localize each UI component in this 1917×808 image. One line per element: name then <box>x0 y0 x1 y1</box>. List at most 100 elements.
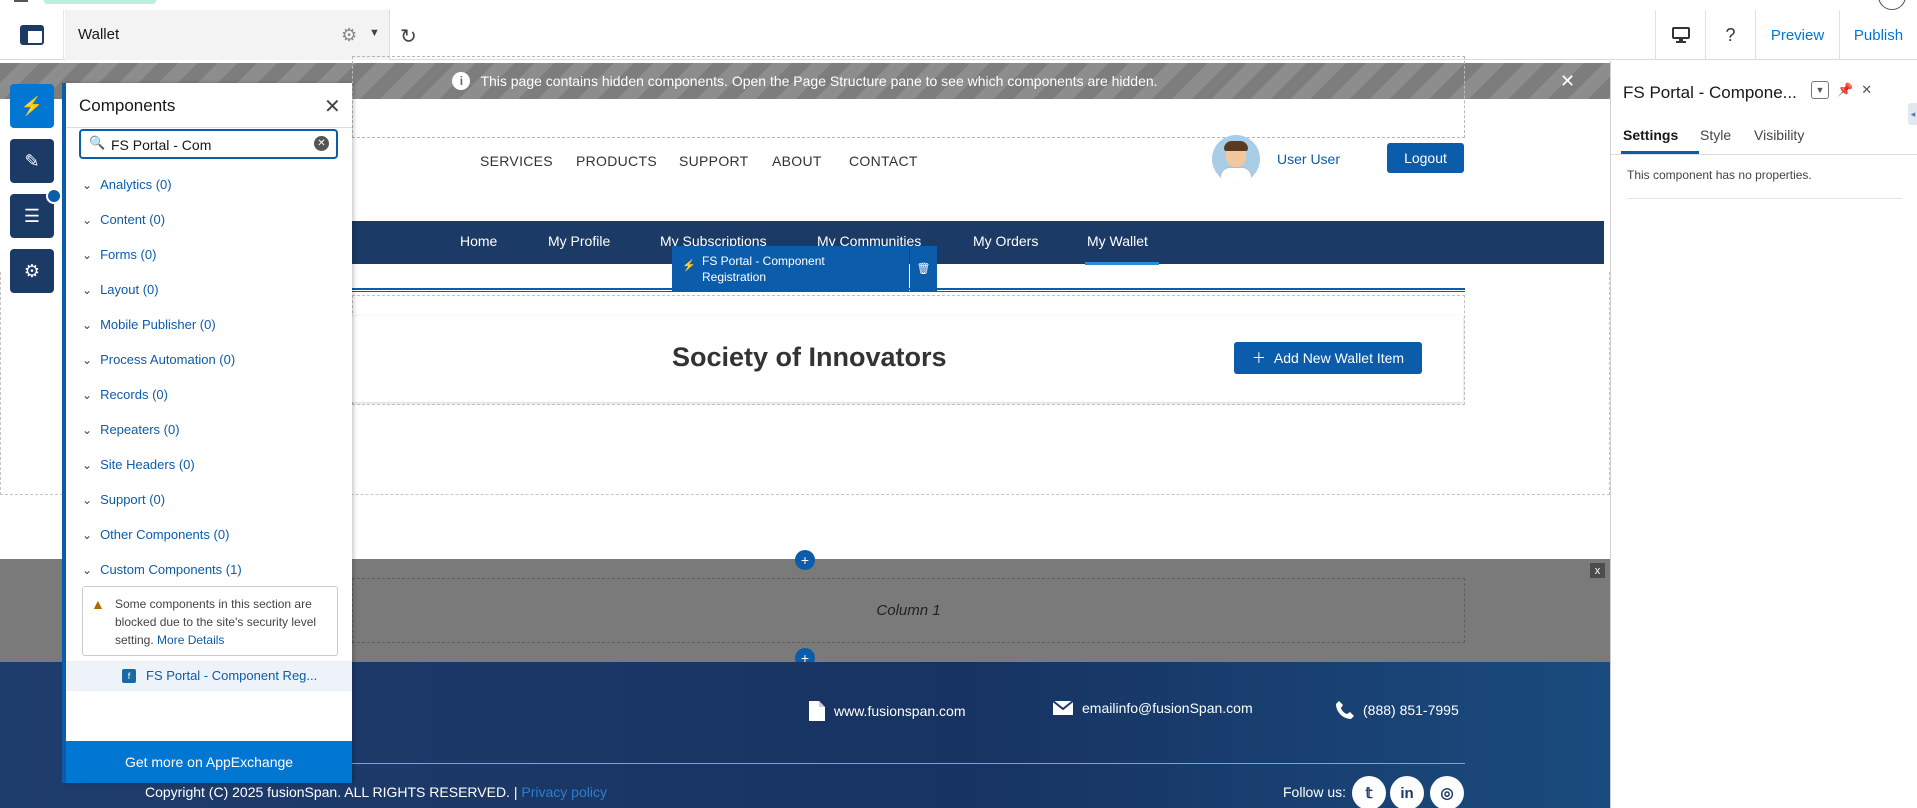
selected-component-outline <box>352 288 1465 292</box>
subnav-my-wallet[interactable]: My Wallet <box>1087 233 1148 249</box>
chevron-down-icon: ⌄ <box>82 527 93 542</box>
device-preview-button[interactable] <box>1655 10 1705 60</box>
user-name-link[interactable]: User User <box>1277 151 1340 167</box>
components-panel: Components ✕ 🔍 FS Portal - Com ✕ ⌄ Analyt… <box>62 83 352 783</box>
security-warning: ▲ Some components in this section are bl… <box>82 586 338 656</box>
warning-icon: ▲ <box>91 596 105 612</box>
search-icon: 🔍 <box>89 135 106 150</box>
category-repeaters[interactable]: ⌄ Repeaters (0) <box>82 422 180 437</box>
help-button[interactable]: ? <box>1705 10 1755 60</box>
selected-component-label[interactable]: ⚡ FS Portal - Component Registration <box>672 246 909 291</box>
component-label-line2: Registration <box>702 270 767 284</box>
close-section-label: x <box>1594 564 1601 577</box>
chevron-down-icon[interactable]: ▼ <box>1811 81 1829 99</box>
publish-button[interactable]: Publish <box>1839 10 1917 60</box>
close-icon[interactable]: ✕ <box>324 94 341 119</box>
properties-panel-title: FS Portal - Compone... <box>1623 83 1797 102</box>
chevron-down-icon: ⌄ <box>82 492 93 507</box>
add-wallet-item-button[interactable]: ＋ Add New Wallet Item <box>1234 342 1422 374</box>
category-process-automation[interactable]: ⌄ Process Automation (0) <box>82 352 235 367</box>
subnav-my-profile[interactable]: My Profile <box>548 233 610 249</box>
nav-link-services[interactable]: SERVICES <box>480 153 553 169</box>
settings-rail-button[interactable]: ⚙ <box>10 249 54 293</box>
component-item-fs-portal[interactable]: f FS Portal - Component Reg... <box>66 661 352 691</box>
subnav-home[interactable]: Home <box>460 233 497 249</box>
pin-icon[interactable]: 📌 <box>1837 82 1853 98</box>
category-label: Forms (0) <box>100 247 157 262</box>
category-support[interactable]: ⌄ Support (0) <box>82 492 165 507</box>
footer-email[interactable]: emailinfo@fusionSpan.com <box>1052 700 1253 716</box>
avatar-body <box>1220 167 1252 183</box>
nav-link-products[interactable]: PRODUCTS <box>576 153 657 169</box>
components-rail-button[interactable]: ⚡ <box>10 84 54 128</box>
nav-link-about[interactable]: ABOUT <box>772 153 822 169</box>
footer-phone[interactable]: (888) 851-7995 <box>1335 700 1459 720</box>
nav-link-contact[interactable]: CONTACT <box>849 153 918 169</box>
components-panel-header: Components ✕ <box>66 83 352 128</box>
category-label: Repeaters (0) <box>100 422 180 437</box>
chevron-down-icon: ⌄ <box>82 247 93 262</box>
builder-toolbar: Wallet ⚙ ▼ ↻ ? Preview Publish <box>0 0 1917 60</box>
brush-icon: ✎ <box>24 150 40 171</box>
linkedin-icon[interactable]: in <box>1390 776 1424 808</box>
logout-button[interactable]: Logout <box>1387 143 1464 173</box>
chevron-down-icon[interactable]: ▼ <box>369 27 380 39</box>
footer-website[interactable]: www.fusionspan.com <box>808 700 966 722</box>
component-item-label: FS Portal - Component Reg... <box>146 668 318 683</box>
close-section-button[interactable]: x <box>1590 563 1605 578</box>
site-header-region[interactable] <box>352 56 1465 138</box>
category-mobile-publisher[interactable]: ⌄ Mobile Publisher (0) <box>82 317 216 332</box>
tab-visibility[interactable]: Visibility <box>1754 127 1804 143</box>
tab-style[interactable]: Style <box>1700 127 1731 143</box>
refresh-icon[interactable]: ↻ <box>400 24 417 49</box>
subnav-my-orders[interactable]: My Orders <box>973 233 1038 249</box>
lightning-icon: ⚡ <box>682 260 696 272</box>
envelope-icon <box>1052 700 1074 715</box>
category-analytics[interactable]: ⌄ Analytics (0) <box>82 177 172 192</box>
twitter-icon[interactable]: 𝕥 <box>1352 776 1386 808</box>
subnav-active-indicator <box>1085 262 1159 265</box>
category-forms[interactable]: ⌄ Forms (0) <box>82 247 156 262</box>
profile-circle[interactable] <box>1878 0 1906 10</box>
category-content[interactable]: ⌄ Content (0) <box>82 212 165 227</box>
column-drop-zone[interactable]: Column 1 <box>352 578 1465 643</box>
category-custom-components[interactable]: ⌄ Custom Components (1) <box>82 562 242 577</box>
follow-us-label: Follow us: <box>1283 784 1347 800</box>
component-search-input[interactable]: 🔍 FS Portal - Com ✕ <box>79 129 338 159</box>
gear-icon[interactable]: ⚙ <box>341 25 357 46</box>
category-site-headers[interactable]: ⌄ Site Headers (0) <box>82 457 195 472</box>
clear-search-icon[interactable]: ✕ <box>314 136 329 151</box>
panel-layout-icon <box>19 25 44 45</box>
navigation-menu-button[interactable] <box>0 10 64 60</box>
category-label: Layout (0) <box>100 282 159 297</box>
add-section-above-button[interactable]: + <box>795 550 815 570</box>
avatar[interactable] <box>1212 135 1260 183</box>
category-layout[interactable]: ⌄ Layout (0) <box>82 282 159 297</box>
document-icon <box>809 701 825 721</box>
close-icon[interactable]: ✕ <box>1560 71 1575 92</box>
privacy-policy-link[interactable]: Privacy policy <box>521 784 607 800</box>
podcast-icon[interactable]: ◎ <box>1430 776 1464 808</box>
page-title: Society of Innovators <box>672 342 947 372</box>
publish-label: Publish <box>1853 26 1904 44</box>
chevron-down-icon: ⌄ <box>82 317 93 332</box>
more-details-link[interactable]: More Details <box>157 633 224 647</box>
expand-edge-handle[interactable]: ◂ <box>1908 103 1917 125</box>
appexchange-button[interactable]: Get more on AppExchange <box>66 741 352 783</box>
appexchange-label: Get more on AppExchange <box>124 754 294 770</box>
notification-dot <box>46 188 62 204</box>
theme-rail-button[interactable]: ✎ <box>10 139 54 183</box>
component-icon: f <box>122 669 136 683</box>
category-other-components[interactable]: ⌄ Other Components (0) <box>82 527 229 542</box>
preview-button[interactable]: Preview <box>1755 10 1839 60</box>
delete-component-button[interactable]: 🗑 <box>910 246 937 291</box>
help-icon: ? <box>1725 24 1736 45</box>
properties-panel: FS Portal - Compone... ▼ 📌 ✕ ◂ Settings … <box>1610 61 1917 808</box>
monitor-icon <box>1671 27 1690 43</box>
chevron-down-icon: ⌄ <box>82 282 93 297</box>
category-records[interactable]: ⌄ Records (0) <box>82 387 168 402</box>
close-icon[interactable]: ✕ <box>1861 82 1872 98</box>
tab-settings[interactable]: Settings <box>1623 127 1678 143</box>
nav-link-support[interactable]: SUPPORT <box>679 153 749 169</box>
page-selector[interactable]: Wallet ⚙ ▼ <box>65 10 390 60</box>
